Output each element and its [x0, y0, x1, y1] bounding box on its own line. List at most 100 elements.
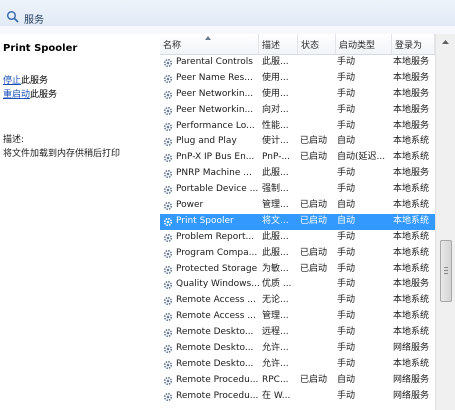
- service-description-cell: 允许...: [262, 358, 289, 369]
- service-startup-type-cell: 手动: [337, 231, 356, 242]
- restart-suffix: 此服务: [30, 90, 58, 100]
- service-name-cell: Remote Procedu...: [176, 374, 259, 385]
- gear-icon: [163, 58, 173, 68]
- service-row[interactable]: Protected Storage 为敏... 已启动 手动 本地系统: [160, 262, 435, 278]
- service-detail-panel: Print Spooler 停止此服务 重启动此服务 描述: 将文件加载到内存供…: [0, 34, 160, 410]
- service-logon-cell: 本地服务: [393, 279, 430, 290]
- gear-icon: [163, 281, 173, 290]
- column-header-logon-as[interactable]: 登录为: [392, 34, 435, 54]
- service-name-cell: Print Spooler: [176, 215, 234, 226]
- gear-icon: [163, 313, 173, 322]
- gear-icon: [163, 249, 173, 258]
- service-row[interactable]: Remote Deskto... 允许... 手动 网络服务: [160, 341, 435, 357]
- service-row[interactable]: Remote Access ... 无论... 手动 本地系统: [160, 293, 435, 309]
- service-description-cell: 性能...: [262, 120, 289, 131]
- search-icon: [6, 10, 19, 23]
- service-row[interactable]: Power 管理... 已启动 自动 本地系统: [160, 198, 435, 214]
- service-startup-type-cell: 手动: [337, 57, 356, 67]
- service-name-cell: Remote Access ...: [176, 295, 256, 306]
- service-row[interactable]: Quality Windows... 优质 ... 手动 本地服务: [160, 277, 435, 293]
- column-header-description[interactable]: 描述: [259, 34, 298, 54]
- service-startup-type-cell: 手动: [337, 390, 356, 401]
- service-name-cell: Parental Controls: [176, 57, 253, 67]
- service-status-cell: [300, 119, 336, 135]
- service-status-cell: [300, 103, 336, 119]
- service-name-cell: Peer Name Res...: [176, 72, 253, 83]
- column-header-name[interactable]: 名称: [160, 34, 259, 54]
- service-row[interactable]: PNRP Machine ... 此服... 手动 本地服务: [160, 166, 435, 182]
- service-logon-cell: 本地服务: [393, 120, 430, 131]
- service-status-cell: [300, 55, 336, 71]
- service-row[interactable]: Peer Networkin... 向对... 手动 本地服务: [160, 103, 435, 119]
- service-name-cell: Power: [176, 200, 204, 211]
- service-row[interactable]: PnP-X IP Bus En... PnP-... 已启动 自动(延迟... 本地系统: [160, 150, 435, 166]
- service-name-cell: PNRP Machine ...: [176, 168, 252, 179]
- service-name-cell: Program Compa...: [176, 247, 258, 258]
- gear-icon: [163, 106, 173, 115]
- service-logon-cell: 本地系统: [393, 215, 430, 226]
- service-description-cell: RPC...: [262, 374, 289, 385]
- service-status-cell: [300, 182, 336, 198]
- gear-icon: [163, 329, 173, 338]
- vertical-scrollbar[interactable]: [435, 34, 455, 410]
- service-row[interactable]: Remote Procedu... RPC... 已启动 自动 网络服务: [160, 373, 435, 389]
- gear-icon: [163, 265, 173, 274]
- gear-icon: [163, 233, 173, 242]
- service-description-cell: 管理...: [262, 311, 289, 322]
- service-description-cell: PnP-...: [262, 152, 291, 163]
- scrollbar-thumb[interactable]: [440, 240, 452, 302]
- services-list: 名称 描述 状态 启动类型 登录为 Parental Controls 此服...…: [160, 34, 435, 410]
- service-row[interactable]: Portable Device ... 强制... 手动 本地系统: [160, 182, 435, 198]
- service-logon-cell: 本地系统: [393, 231, 430, 242]
- service-name-cell: Performance Lo...: [176, 120, 255, 131]
- gear-icon: [163, 154, 173, 163]
- service-status-cell: 已启动: [300, 247, 328, 258]
- service-row[interactable]: Problem Report... 此服... 手动 本地系统: [160, 230, 435, 246]
- restart-service-action: 重启动此服务: [3, 87, 57, 100]
- stop-link[interactable]: 停止: [3, 76, 21, 86]
- restart-link[interactable]: 重启动: [3, 90, 30, 100]
- stop-suffix: 此服务: [21, 76, 49, 86]
- service-status-cell: 已启动: [300, 374, 328, 385]
- gear-icon: [163, 297, 173, 306]
- service-row[interactable]: Print Spooler 将文... 已启动 自动 本地系统: [160, 213, 435, 230]
- service-logon-cell: 本地服务: [393, 168, 430, 179]
- service-status-cell: 已启动: [300, 136, 328, 147]
- service-status-cell: [300, 341, 336, 357]
- service-row[interactable]: Peer Name Res... 使用... 手动 本地服务: [160, 71, 435, 87]
- gear-icon: [163, 138, 173, 147]
- service-name-cell: Peer Networkin...: [176, 88, 254, 99]
- service-row[interactable]: Performance Lo... 性能... 手动 本地服务: [160, 119, 435, 135]
- service-name-cell: Problem Report...: [176, 231, 255, 242]
- gear-icon: [163, 217, 173, 227]
- service-status-cell: [300, 230, 336, 246]
- gear-icon: [163, 186, 173, 195]
- scroll-up-icon[interactable]: [436, 34, 455, 50]
- service-row[interactable]: Remote Procedu... 在 W... 手动 网络服务: [160, 389, 435, 405]
- service-description-cell: 向对...: [262, 104, 289, 115]
- service-startup-type-cell: 自动: [337, 215, 356, 226]
- service-logon-cell: 网络服务: [393, 390, 430, 401]
- service-logon-cell: 本地系统: [393, 358, 430, 369]
- title-bar: 服务: [0, 0, 455, 35]
- service-name-cell: Remote Deskto...: [176, 358, 254, 369]
- service-logon-cell: 本地服务: [393, 104, 430, 115]
- service-row[interactable]: Program Compa... 此服... 已启动 手动 本地系统: [160, 246, 435, 262]
- service-row[interactable]: Peer Networkin... 使用... 手动 本地服务: [160, 87, 435, 103]
- column-header-startup-type[interactable]: 启动类型: [336, 34, 392, 54]
- service-description-cell: 使计...: [262, 136, 289, 147]
- service-status-cell: [300, 293, 336, 309]
- service-name-cell: Plug and Play: [176, 136, 237, 147]
- service-startup-type-cell: 自动: [337, 374, 356, 385]
- service-row[interactable]: Remote Access ... 管理... 手动 本地系统: [160, 309, 435, 325]
- service-row[interactable]: Remote Deskto... 允许... 手动 本地系统: [160, 357, 435, 373]
- service-row[interactable]: Remote Deskto... 远程... 手动 本地系统: [160, 325, 435, 341]
- service-description-cell: 在 W...: [262, 390, 291, 401]
- column-header-status[interactable]: 状态: [298, 34, 336, 54]
- service-row[interactable]: Parental Controls 此服... 手动 本地服务: [160, 55, 435, 71]
- service-name: Print Spooler: [3, 43, 78, 54]
- service-startup-type-cell: 手动: [337, 120, 356, 131]
- service-startup-type-cell: 自动: [337, 136, 356, 147]
- service-row[interactable]: Plug and Play 使计... 已启动 自动 本地系统: [160, 134, 435, 150]
- service-logon-cell: 本地系统: [393, 247, 430, 258]
